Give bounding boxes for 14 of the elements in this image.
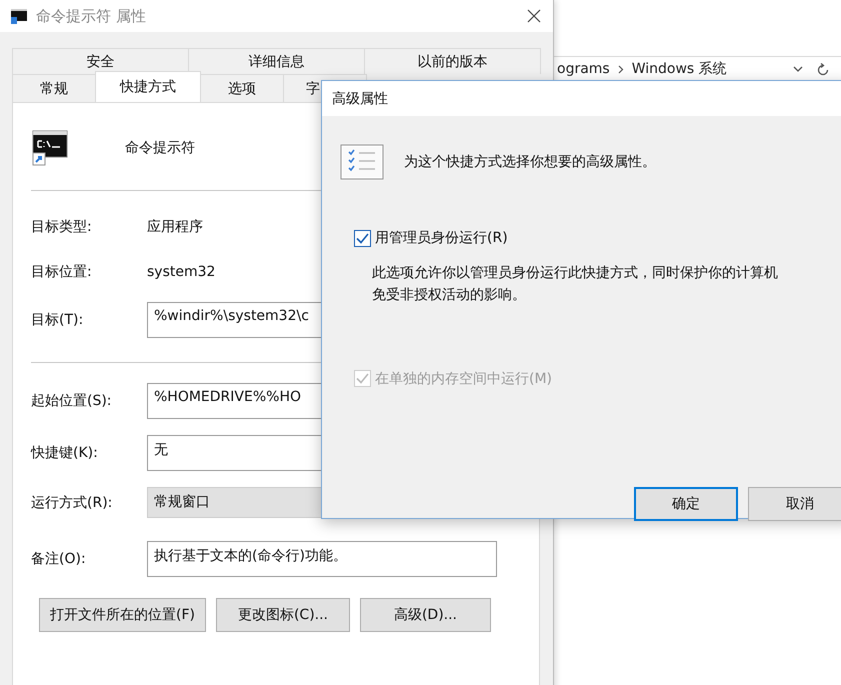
field-label: 目标(T): [31,311,84,330]
field-value: 应用程序 [147,219,203,235]
field-value: system32 [147,264,216,280]
field-label: 目标类型: [31,218,93,237]
dialog-title: 高级属性 [332,90,388,108]
option-description: 此选项允许你以管理员身份运行此快捷方式，同时保护你的计算机免受非授权活动的影响。 [372,264,779,304]
field-label: 目标位置: [31,263,93,282]
field-label: 起始位置(S): [31,392,113,410]
field-label: 运行方式(R): [31,494,114,512]
field-label: 快捷键(K): [31,444,99,462]
dialog-heading: 为这个快捷方式选择你想要的高级属性。 [404,153,656,171]
field-label: 备注(O): [31,550,87,569]
app-name: 命令提示符 [125,139,195,157]
window-title: 命令提示符 属性 [36,6,146,26]
